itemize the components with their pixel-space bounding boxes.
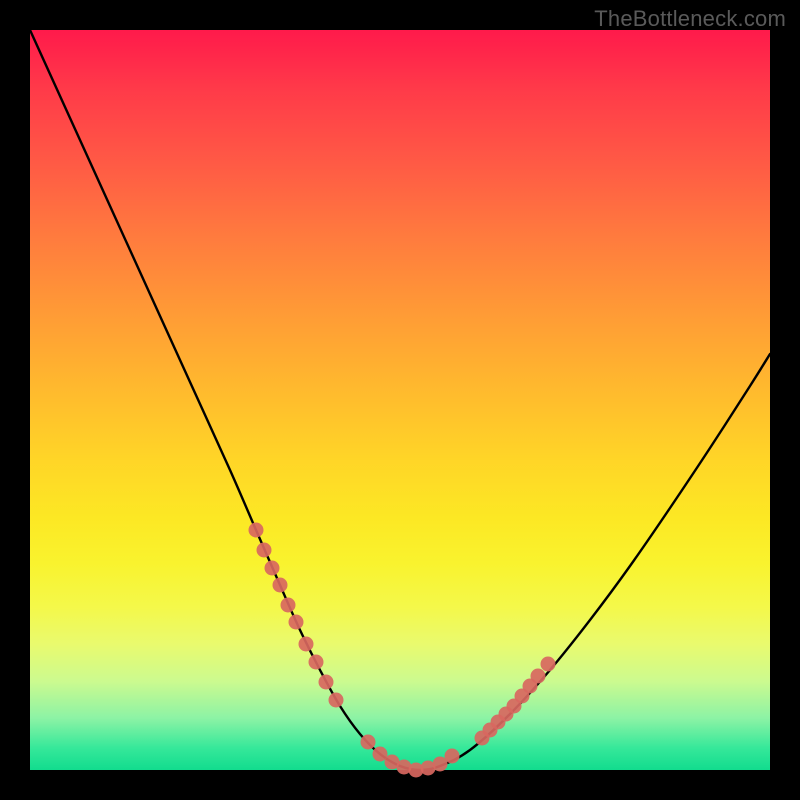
data-marker [257,543,272,558]
data-marker [361,735,376,750]
data-marker [299,637,314,652]
bottleneck-curve [30,30,770,770]
data-marker [273,578,288,593]
data-marker [531,669,546,684]
data-marker [329,693,344,708]
data-marker [309,655,324,670]
data-marker [541,657,556,672]
data-marker [265,561,280,576]
marker-cluster-right [475,657,556,746]
data-marker [445,749,460,764]
chart-plot-area [30,30,770,770]
data-marker [289,615,304,630]
data-marker [319,675,334,690]
marker-cluster-left [249,523,344,708]
chart-svg [30,30,770,770]
marker-cluster-bottom [361,735,460,778]
data-marker [249,523,264,538]
watermark-text: TheBottleneck.com [594,6,786,32]
data-marker [281,598,296,613]
